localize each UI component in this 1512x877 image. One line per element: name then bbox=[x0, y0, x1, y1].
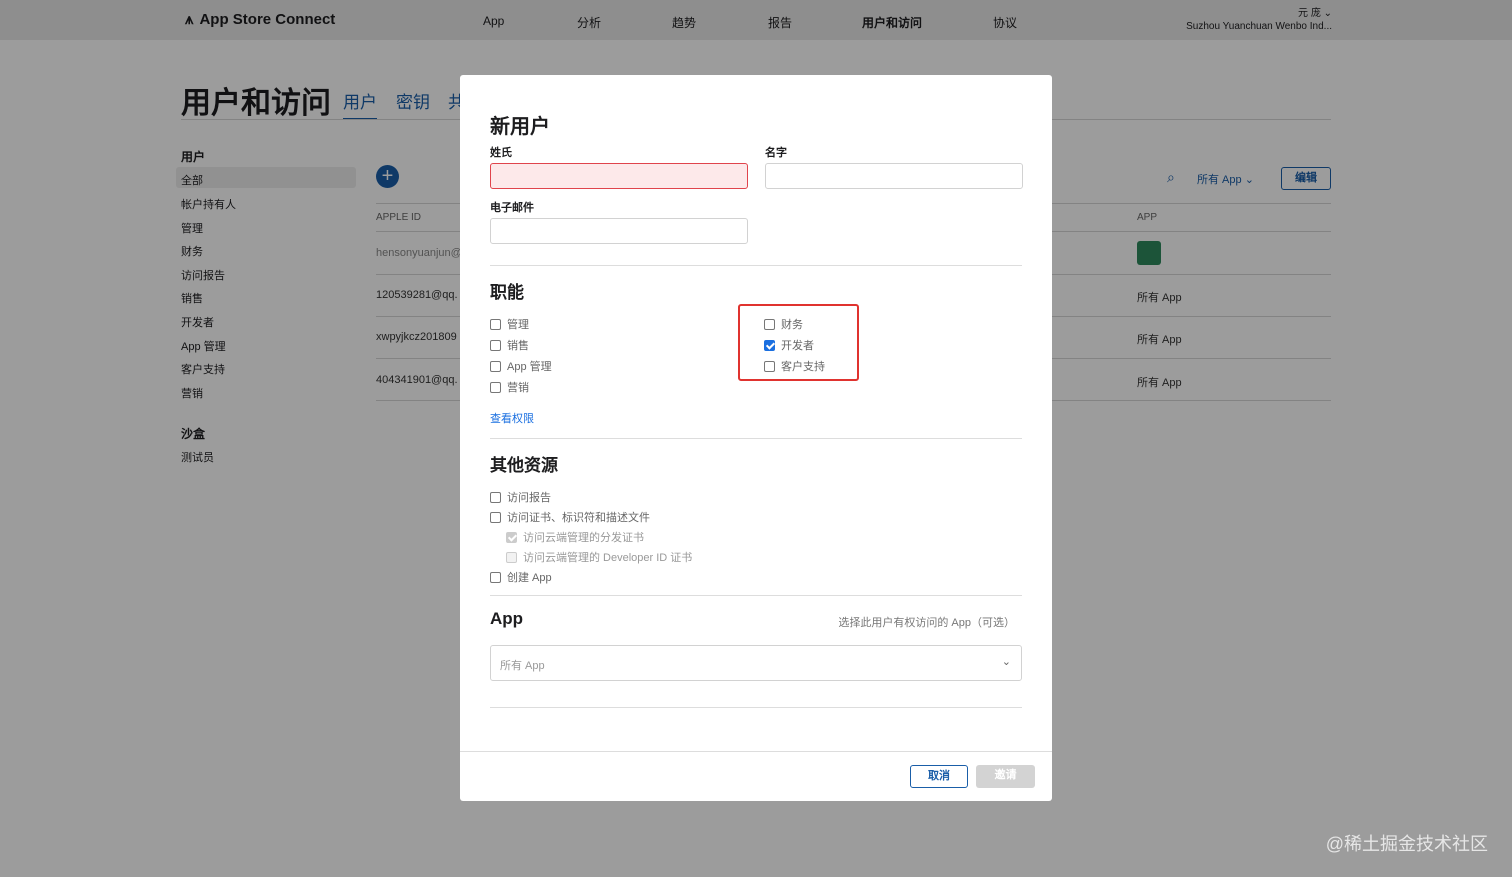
checkbox-box bbox=[506, 531, 517, 543]
checkbox-box bbox=[490, 381, 501, 393]
role-admin-checkbox[interactable]: 管理 bbox=[490, 316, 552, 332]
app-hint: 选择此用户有权访问的 App（可选） bbox=[838, 617, 1015, 629]
create-app-checkbox[interactable]: 创建 App bbox=[490, 569, 552, 585]
checkbox-box bbox=[764, 339, 775, 351]
dialog-title: 新用户 bbox=[490, 116, 550, 138]
view-permissions-link[interactable]: 查看权限 bbox=[490, 410, 534, 426]
last-name-label: 姓氏 bbox=[490, 147, 512, 159]
role-finance-checkbox[interactable]: 财务 bbox=[764, 316, 825, 332]
checkbox-box bbox=[490, 318, 501, 330]
app-heading: App bbox=[490, 609, 524, 628]
cloud-distribution-cert-checkbox[interactable]: 访问云端管理的分发证书 bbox=[506, 529, 644, 545]
role-developer-checkbox[interactable]: 开发者 bbox=[764, 337, 825, 353]
first-name-input[interactable] bbox=[765, 163, 1023, 189]
checkbox-box bbox=[490, 339, 501, 351]
new-user-dialog: 新用户 姓氏 名字 电子邮件 职能 管理 销售 App 管理 营销 财务 开发者… bbox=[460, 75, 1052, 801]
access-reports-checkbox[interactable]: 访问报告 bbox=[490, 489, 551, 505]
checkbox-box bbox=[506, 551, 517, 563]
checkbox-box bbox=[490, 491, 501, 503]
checkbox-box bbox=[490, 571, 501, 583]
checkbox-box bbox=[490, 360, 501, 372]
cancel-button[interactable]: 取消 bbox=[910, 765, 968, 788]
watermark: @稀土掘金技术社区 bbox=[1325, 834, 1488, 854]
cloud-developer-id-cert-checkbox[interactable]: 访问云端管理的 Developer ID 证书 bbox=[506, 549, 692, 565]
divider bbox=[490, 265, 1022, 266]
checkbox-box bbox=[764, 318, 775, 330]
last-name-input[interactable] bbox=[490, 163, 748, 189]
role-sales-checkbox[interactable]: 销售 bbox=[490, 337, 552, 353]
divider bbox=[490, 595, 1022, 596]
other-resources-heading: 其他资源 bbox=[490, 456, 558, 475]
first-name-label: 名字 bbox=[765, 147, 787, 159]
chevron-down-icon: ⌄ bbox=[1001, 656, 1011, 668]
divider bbox=[490, 707, 1022, 708]
checkbox-box bbox=[490, 511, 501, 523]
role-marketing-checkbox[interactable]: 营销 bbox=[490, 379, 552, 395]
roles-left: 管理 销售 App 管理 营销 bbox=[490, 316, 552, 395]
footer-divider bbox=[460, 751, 1052, 752]
role-customer-support-checkbox[interactable]: 客户支持 bbox=[764, 358, 825, 374]
email-label: 电子邮件 bbox=[490, 202, 534, 214]
invite-button[interactable]: 邀请 bbox=[976, 765, 1035, 788]
role-app-manager-checkbox[interactable]: App 管理 bbox=[490, 358, 552, 374]
email-input[interactable] bbox=[490, 218, 748, 244]
roles-heading: 职能 bbox=[490, 283, 524, 302]
divider bbox=[490, 438, 1022, 439]
checkbox-box bbox=[764, 360, 775, 372]
access-certificates-checkbox[interactable]: 访问证书、标识符和描述文件 bbox=[490, 509, 650, 525]
roles-right: 财务 开发者 客户支持 bbox=[764, 316, 825, 374]
app-select[interactable]: 所有 App ⌄ bbox=[490, 645, 1022, 681]
